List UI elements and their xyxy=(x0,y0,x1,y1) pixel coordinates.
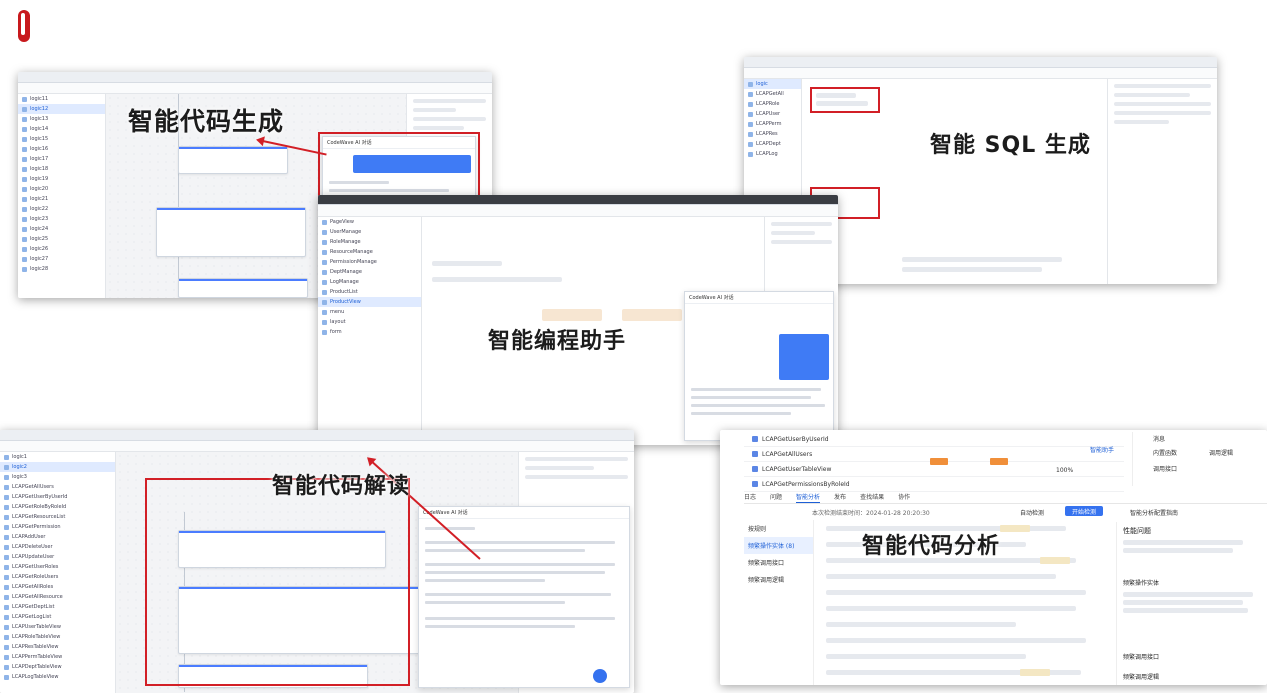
flow-node[interactable] xyxy=(178,278,308,298)
tab-publish[interactable]: 发布 xyxy=(834,492,846,503)
flow-node[interactable] xyxy=(178,146,288,174)
logic-tree-panel: logic11 logic12 logic13 logic14 logic15 … xyxy=(18,94,106,298)
window-toolbar xyxy=(18,72,492,83)
component-panel xyxy=(1107,79,1217,284)
send-icon[interactable] xyxy=(593,669,607,683)
window-toolbar xyxy=(0,430,634,441)
brand-logo-icon xyxy=(18,10,30,42)
window-toolbar xyxy=(744,57,1217,68)
list-item[interactable]: LCAPGetPermissionsByRoleId xyxy=(744,477,1124,492)
screenshot-code-analysis: LCAPGetUserByUserId LCAPGetAllUsers LCAP… xyxy=(720,430,1267,685)
screenshot-assistant: PageView UserManage RoleManage ResourceM… xyxy=(318,195,838,445)
caption-sql-gen: 智能 SQL 生成 xyxy=(930,133,1091,158)
tab-smart-analysis[interactable]: 智能分析 xyxy=(796,492,821,503)
detail-section[interactable]: 频繁调用接口 xyxy=(1123,652,1159,661)
sql-editor[interactable] xyxy=(802,79,1107,284)
detail-panel: 性能问题 频繁操作实体 频繁调用接口 频繁调用逻辑 xyxy=(1116,522,1267,685)
tab-collab[interactable]: 协作 xyxy=(898,492,910,503)
editor-tabs xyxy=(18,83,492,94)
detail-title: 性能问题 xyxy=(1123,527,1151,535)
last-check-time: 本次检测结束时间：2024-01-28 20:20:30 xyxy=(812,510,930,517)
zoom-level: 100% xyxy=(1056,467,1074,474)
collage-page: logic11 logic12 logic13 logic14 logic15 … xyxy=(0,0,1267,693)
tab-find-results[interactable]: 查找结果 xyxy=(860,492,884,503)
list-item[interactable]: LCAPGetUserByUserId xyxy=(744,432,1124,447)
auto-check-toggle[interactable]: 自动检测 xyxy=(1020,508,1044,517)
page-tree-panel: PageView UserManage RoleManage ResourceM… xyxy=(318,217,422,445)
detail-section[interactable]: 频繁操作实体 xyxy=(1123,578,1159,587)
browser-bar xyxy=(318,195,838,205)
analysis-tabs: 日志 问题 智能分析 发布 查找结果 协作 xyxy=(744,492,1267,504)
highlight-frame xyxy=(810,87,880,113)
chat-title: CodeWave AI 对话 xyxy=(689,295,734,301)
highlight-frame xyxy=(145,478,410,686)
config-guide-link[interactable]: 智能分析配置指南 xyxy=(1130,508,1178,517)
caption-code-read: 智能代码解读 xyxy=(272,474,411,499)
rules-menu: 按规则 频繁操作实体 (8) 频繁调用接口 频繁调用逻辑 xyxy=(744,520,814,685)
editor-tabs xyxy=(744,68,1217,79)
editor-tabs xyxy=(0,441,634,452)
caption-assistant: 智能编程助手 xyxy=(488,329,627,354)
start-check-button[interactable]: 开始检测 xyxy=(1065,506,1103,516)
flow-node[interactable] xyxy=(156,207,306,257)
ai-chat-panel: CodeWave AI 对话 xyxy=(684,291,834,441)
screenshot-code-reading: logic1 logic2 logic3 LCAPGetAllUsers LCA… xyxy=(0,430,634,693)
rules-menu-item[interactable]: 频繁调用逻辑 xyxy=(744,571,813,588)
logic-tree-panel: logic1 logic2 logic3 LCAPGetAllUsers LCA… xyxy=(0,452,116,693)
bookmarks-bar xyxy=(318,205,838,217)
caption-code-gen: 智能代码生成 xyxy=(128,107,285,136)
rules-menu-item[interactable]: 频繁调用接口 xyxy=(744,554,813,571)
detail-section[interactable]: 频繁调用逻辑 xyxy=(1123,672,1159,681)
side-components: 消息 调用逻辑 调用接口 内置函数 xyxy=(1132,432,1264,486)
caption-code-analysis: 智能代码分析 xyxy=(862,534,1001,559)
tab-log[interactable]: 日志 xyxy=(744,492,756,503)
chat-title: CodeWave AI 对话 xyxy=(327,140,372,146)
rules-menu-item[interactable]: 频繁操作实体 (8) xyxy=(744,537,813,554)
smart-assistant-link[interactable]: 智能助手 xyxy=(1090,445,1114,454)
tab-issues[interactable]: 问题 xyxy=(770,492,782,503)
rules-menu-item[interactable]: 按规则 xyxy=(744,520,813,537)
